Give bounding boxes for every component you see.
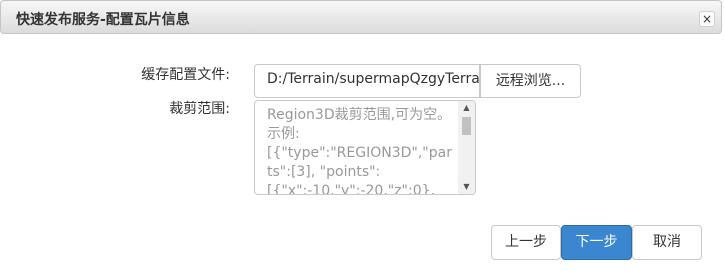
- cache-config-label: 缓存配置文件:: [141, 67, 230, 83]
- scroll-down-icon[interactable]: ▼: [458, 180, 475, 194]
- cancel-button[interactable]: 取消: [632, 225, 702, 260]
- remote-browse-button[interactable]: 远程浏览...: [480, 64, 581, 98]
- clip-range-label: 裁剪范围:: [169, 101, 230, 117]
- cache-config-input[interactable]: D:/Terrain/supermapQzgyTerrain.sci3d: [254, 64, 480, 98]
- clip-range-placeholder: Region3D裁剪范围,可为空。示例: [{"type":"REGION3D"…: [267, 107, 452, 195]
- textarea-scrollbar[interactable]: ▲ ▼: [458, 101, 475, 194]
- dialog-titlebar: 快速发布服务-配置瓦片信息 ×: [0, 0, 722, 34]
- publish-dialog: 快速发布服务-配置瓦片信息 × 缓存配置文件: D:/Terrain/super…: [0, 0, 724, 279]
- scroll-thumb[interactable]: [462, 117, 471, 135]
- clip-range-textarea[interactable]: Region3D裁剪范围,可为空。示例: [{"type":"REGION3D"…: [254, 100, 476, 195]
- prev-step-button[interactable]: 上一步: [491, 225, 561, 260]
- close-icon[interactable]: ×: [699, 11, 715, 27]
- next-step-button[interactable]: 下一步: [561, 225, 632, 260]
- dialog-title: 快速发布服务-配置瓦片信息: [16, 12, 190, 28]
- scroll-up-icon[interactable]: ▲: [458, 101, 475, 115]
